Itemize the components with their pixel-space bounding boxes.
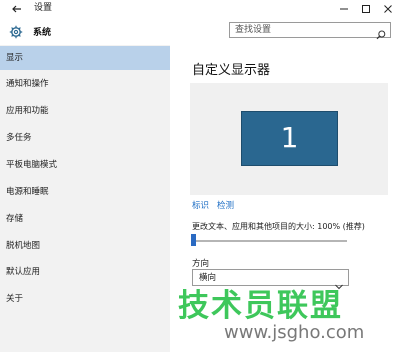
back-arrow-icon[interactable] [10,1,24,15]
sidebar-item-offline-maps[interactable]: 脱机地图 [0,234,170,258]
sidebar-item-label: 应用和功能 [6,106,49,116]
sidebar-item-label: 存储 [6,214,24,224]
title-bar: 设置 [0,0,400,17]
monitor-number: 1 [280,121,299,154]
scale-label: 更改文本、应用和其他项目的大小: 100% (推荐) [192,222,365,231]
search-placeholder: 查找设置 [235,25,272,35]
settings-header: 系统 查找设置 [0,17,400,45]
gear-icon [9,24,23,39]
sidebar-item-storage[interactable]: 存储 [0,207,170,231]
window-title: 设置 [34,3,53,13]
sidebar-item-multitasking[interactable]: 多任务 [0,126,170,150]
sidebar-item-label: 电源和睡眠 [6,187,49,197]
sidebar-item-display[interactable]: 显示 [0,46,170,70]
sidebar: 显示 通知和操作 应用和功能 多任务 平板电脑模式 电源和睡眠 存储 脱机地图 … [0,45,170,352]
sidebar-item-power-sleep[interactable]: 电源和睡眠 [0,180,170,204]
scale-slider-thumb[interactable] [191,234,196,246]
search-icon[interactable] [376,25,386,40]
section-title: 系统 [33,28,52,38]
sidebar-item-tablet-mode[interactable]: 平板电脑模式 [0,153,170,177]
main-content: 自定义显示器 1 标识 检测 更改文本、应用和其他项目的大小: 100% (推荐… [170,45,400,352]
sidebar-item-label: 关于 [6,294,24,304]
detect-link[interactable]: 检测 [217,199,234,211]
sidebar-item-label: 通知和操作 [6,79,49,89]
sidebar-item-label: 多任务 [6,133,32,143]
identify-link[interactable]: 标识 [192,199,209,211]
scale-slider-track[interactable] [192,240,347,242]
sidebar-item-label: 平板电脑模式 [6,160,58,170]
sidebar-item-label: 显示 [6,53,24,63]
orientation-label: 方向 [192,259,210,269]
orientation-value: 横向 [199,273,217,283]
orientation-select[interactable]: 横向 [192,269,349,290]
search-input[interactable]: 查找设置 [229,22,391,40]
close-button[interactable] [375,0,400,17]
sidebar-item-label: 脱机地图 [6,241,41,251]
chevron-down-icon [335,275,343,290]
sidebar-item-about[interactable]: 关于 [0,287,170,311]
sidebar-item-default-apps[interactable]: 默认应用 [0,260,170,284]
sidebar-item-label: 默认应用 [6,267,41,277]
monitor-tile[interactable]: 1 [241,111,338,166]
sidebar-item-notifications[interactable]: 通知和操作 [0,72,170,96]
page-title: 自定义显示器 [192,63,271,78]
sidebar-item-apps[interactable]: 应用和功能 [0,99,170,123]
